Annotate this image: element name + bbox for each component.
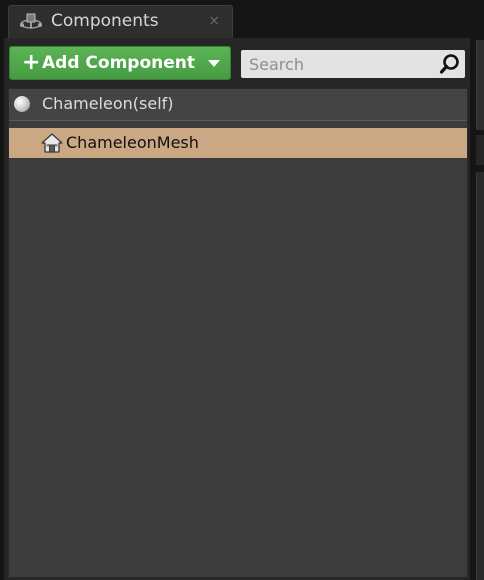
tab-title: Components [51, 11, 159, 31]
components-panel: + Add Component Chameleon(self) [4, 38, 470, 580]
editor-root: Components × + Add Component Search Cham… [0, 0, 484, 580]
adjacent-panel-segment [476, 40, 484, 130]
plus-icon: + [22, 50, 41, 75]
close-icon[interactable]: × [208, 13, 220, 29]
tree-root-item[interactable]: Chameleon(self) [9, 89, 467, 121]
components-icon [20, 13, 42, 29]
search-input[interactable] [241, 50, 431, 78]
adjacent-panel-edge [472, 0, 484, 580]
tree-root-label: Chameleon(self) [42, 94, 174, 113]
house-icon [41, 133, 63, 153]
search-box[interactable] [241, 50, 465, 78]
chevron-down-icon [208, 60, 220, 67]
add-component-label: Add Component [42, 53, 195, 73]
components-toolbar: + Add Component [4, 38, 470, 88]
tree-item-chameleon-mesh[interactable]: ChameleonMesh [9, 128, 467, 158]
tab-components[interactable]: Components × [8, 5, 233, 38]
component-tree: Chameleon(self) ChameleonMesh [8, 88, 468, 578]
tree-item-label: ChameleonMesh [66, 133, 199, 152]
tree-empty-area[interactable] [9, 158, 467, 578]
search-icon[interactable] [439, 53, 461, 75]
adjacent-panel-segment [476, 135, 484, 165]
adjacent-panel-segment [476, 172, 484, 580]
sphere-icon [14, 96, 30, 112]
add-component-button[interactable]: + Add Component [9, 46, 231, 80]
